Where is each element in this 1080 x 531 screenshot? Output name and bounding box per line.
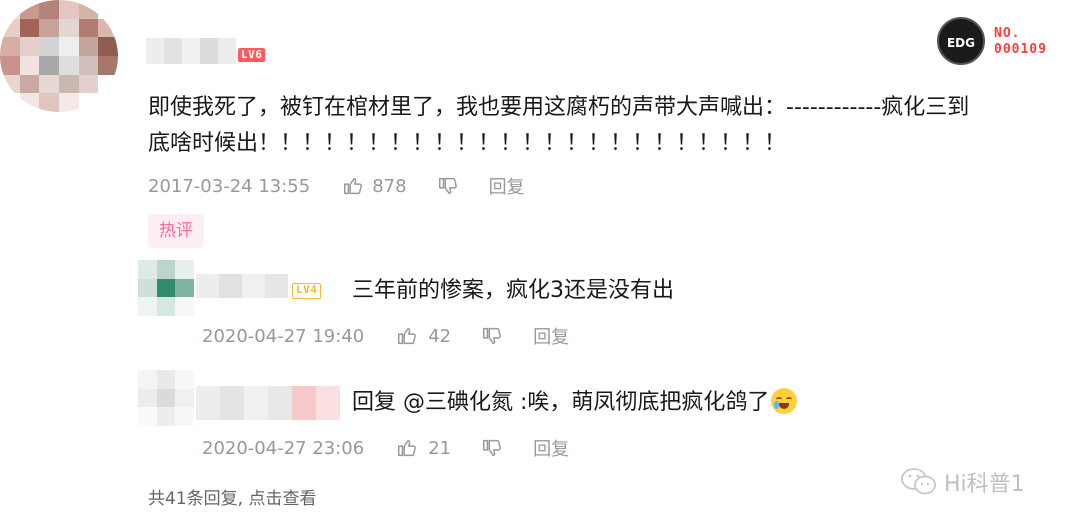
reply-text: 三年前的惨案，疯化3还是没有出 [352,278,674,303]
reply-avatar[interactable] [138,260,194,316]
like-button[interactable]: 42 [396,325,451,347]
team-badge-number: NO. 000109 [994,26,1047,58]
reply-meta: 2020-04-27 19:40 42 回复 [202,323,569,349]
like-count: 21 [428,437,452,459]
reply-username-blurred[interactable] [196,386,340,420]
watermark: Hi科普1 [900,466,1025,498]
badge-no-label: NO. [994,26,1021,41]
reply-text: 回复 @三碘化氮 :唉，萌凤彻底把疯化鸽了 [352,385,798,421]
username-blurred[interactable] [146,38,236,64]
wechat-icon [901,468,936,495]
dislike-button[interactable] [437,175,459,197]
thumbs-up-icon [398,327,417,345]
thumbs-down-icon [438,177,457,195]
team-badge-logo: EDG [937,17,985,65]
like-count: 42 [428,325,452,347]
badge-no-value: 000109 [994,42,1047,57]
reply-button[interactable]: 回复 [489,173,525,199]
like-count: 878 [372,175,407,197]
comment-meta: 2017-03-24 13:55 878 回复 [148,173,525,199]
timestamp: 2017-03-24 13:55 [148,175,311,197]
comment-text-line1: 即使我死了，被钉在棺材里了，我也要用这腐朽的声带大声喊出：-----------… [148,95,970,120]
dislike-button[interactable] [481,325,503,347]
thumbs-down-icon [483,439,502,457]
like-button[interactable]: 878 [342,175,407,197]
reply-button[interactable]: 回复 [533,435,569,461]
like-button[interactable]: 21 [396,437,451,459]
reply-avatar[interactable] [138,370,194,426]
view-more-replies-link[interactable]: 共41条回复, 点击查看 [148,484,316,509]
thumbs-down-icon [483,327,502,345]
thumbs-up-icon [344,177,363,195]
reply-meta: 2020-04-27 23:06 21 回复 [202,435,569,461]
avatar[interactable] [0,0,118,112]
timestamp: 2020-04-27 23:06 [202,437,365,459]
reply-username-blurred[interactable] [196,274,288,298]
thumbs-up-icon [398,439,417,457]
comment-text-line2: 底啥时候出！！！！！！！！！！！！！！！！！！！！！！！！ [148,131,787,156]
watermark-text: Hi科普1 [944,472,1025,497]
crying-laugh-emoji [771,388,798,414]
reply-button[interactable]: 回复 [533,323,569,349]
level-badge: LV6 [238,48,266,62]
dislike-button[interactable] [481,437,503,459]
level-badge: LV4 [292,283,322,299]
reply-text-content: 回复 @三碘化氮 :唉，萌凤彻底把疯化鸽了 [352,390,770,415]
hot-comment-tag: 热评 [148,214,204,248]
timestamp: 2020-04-27 19:40 [202,325,365,347]
